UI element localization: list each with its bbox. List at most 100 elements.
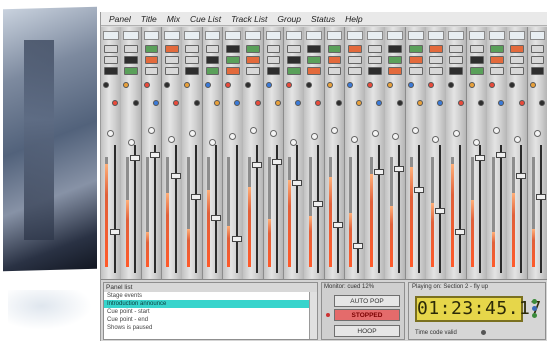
channel-button[interactable] <box>368 45 382 53</box>
pan-knob[interactable] <box>330 127 338 134</box>
channel-fader[interactable] <box>190 194 201 200</box>
cue-list-scrollbar[interactable] <box>309 292 317 339</box>
channel-button[interactable] <box>144 56 159 64</box>
pan-knob[interactable] <box>412 127 420 134</box>
channel-button[interactable] <box>124 45 139 53</box>
channel-fader[interactable] <box>414 187 425 193</box>
channel-button[interactable] <box>185 45 200 53</box>
channel-fader[interactable] <box>272 159 283 165</box>
channel-button[interactable] <box>205 56 220 64</box>
menu-panel[interactable]: Panel <box>104 14 136 24</box>
channel-button[interactable] <box>510 56 525 64</box>
channel-button[interactable] <box>530 67 545 75</box>
channel-fader[interactable] <box>434 208 445 214</box>
channel-fader[interactable] <box>515 173 526 179</box>
channel-button[interactable] <box>104 45 118 53</box>
channel-button[interactable] <box>266 67 281 75</box>
channel-button[interactable] <box>408 67 423 75</box>
channel-button[interactable] <box>510 45 525 53</box>
channel-button[interactable] <box>388 45 403 53</box>
channel-button[interactable] <box>104 67 118 75</box>
channel-button[interactable] <box>246 67 261 75</box>
channel-fader[interactable] <box>109 229 120 235</box>
channel-button[interactable] <box>490 45 504 53</box>
channel-fader[interactable] <box>150 152 161 158</box>
channel-button[interactable] <box>327 45 342 53</box>
menu-group[interactable]: Group <box>272 14 306 24</box>
channel-button[interactable] <box>164 45 179 53</box>
channel-button[interactable] <box>449 67 464 75</box>
channel-button[interactable] <box>124 67 139 75</box>
menu-help[interactable]: Help <box>340 14 367 24</box>
channel-fader[interactable] <box>170 173 181 179</box>
channel-button[interactable] <box>225 67 240 75</box>
cue-list-item[interactable]: Shows is paused <box>104 324 317 332</box>
channel-fader[interactable] <box>211 215 222 221</box>
channel-button[interactable] <box>510 67 525 75</box>
channel-button[interactable] <box>530 45 545 53</box>
channel-button[interactable] <box>286 67 301 75</box>
pan-knob[interactable] <box>513 136 521 143</box>
menu-track-list[interactable]: Track List <box>226 14 272 24</box>
cue-list-item[interactable]: Stage events <box>104 292 317 300</box>
cue-list-item[interactable]: Cue point - start <box>104 308 317 316</box>
channel-button[interactable] <box>368 67 382 75</box>
pan-knob[interactable] <box>148 127 156 134</box>
channel-button[interactable] <box>408 56 423 64</box>
pan-knob[interactable] <box>452 130 460 137</box>
channel-fader[interactable] <box>251 162 262 168</box>
channel-button[interactable] <box>266 56 281 64</box>
channel-fader[interactable] <box>231 236 242 242</box>
channel-fader[interactable] <box>129 155 140 161</box>
channel-fader[interactable] <box>333 222 344 228</box>
channel-button[interactable] <box>347 67 362 75</box>
channel-button[interactable] <box>368 56 382 64</box>
channel-button[interactable] <box>307 56 321 64</box>
channel-button[interactable] <box>246 56 261 64</box>
channel-button[interactable] <box>266 45 281 53</box>
channel-button[interactable] <box>347 56 362 64</box>
menu-mix[interactable]: Mix <box>162 14 185 24</box>
pan-knob[interactable] <box>534 130 542 137</box>
pan-knob[interactable] <box>310 133 318 140</box>
channel-button[interactable] <box>144 45 159 53</box>
pan-knob[interactable] <box>168 136 176 143</box>
channel-fader[interactable] <box>475 155 486 161</box>
channel-button[interactable] <box>347 45 362 53</box>
channel-button[interactable] <box>530 56 545 64</box>
channel-fader[interactable] <box>312 201 323 207</box>
channel-button[interactable] <box>307 45 321 53</box>
pan-knob[interactable] <box>229 133 237 140</box>
channel-button[interactable] <box>408 45 423 53</box>
channel-button[interactable] <box>144 67 159 75</box>
channel-fader[interactable] <box>394 166 405 172</box>
channel-button[interactable] <box>469 67 484 75</box>
channel-fader[interactable] <box>455 229 465 235</box>
channel-fader[interactable] <box>495 152 506 158</box>
channel-button[interactable] <box>429 45 443 53</box>
channel-button[interactable] <box>286 56 301 64</box>
channel-fader[interactable] <box>373 169 384 175</box>
channel-button[interactable] <box>164 67 179 75</box>
channel-button[interactable] <box>388 67 403 75</box>
pan-knob[interactable] <box>493 127 501 134</box>
channel-button[interactable] <box>327 67 342 75</box>
channel-button[interactable] <box>327 56 342 64</box>
hoop-button[interactable]: HOOP <box>334 325 400 337</box>
channel-button[interactable] <box>429 56 443 64</box>
channel-button[interactable] <box>490 56 504 64</box>
channel-button[interactable] <box>469 56 484 64</box>
channel-button[interactable] <box>307 67 321 75</box>
channel-button[interactable] <box>185 67 200 75</box>
channel-button[interactable] <box>388 56 403 64</box>
channel-button[interactable] <box>124 56 139 64</box>
channel-button[interactable] <box>205 67 220 75</box>
channel-fader[interactable] <box>353 243 364 249</box>
menu-cue-list[interactable]: Cue List <box>185 14 226 24</box>
auto-pop-button[interactable]: AUTO POP <box>334 295 400 307</box>
pan-knob[interactable] <box>249 127 257 134</box>
channel-button[interactable] <box>490 67 504 75</box>
pan-knob[interactable] <box>188 130 196 137</box>
channel-button[interactable] <box>449 56 464 64</box>
pan-knob[interactable] <box>351 136 359 143</box>
